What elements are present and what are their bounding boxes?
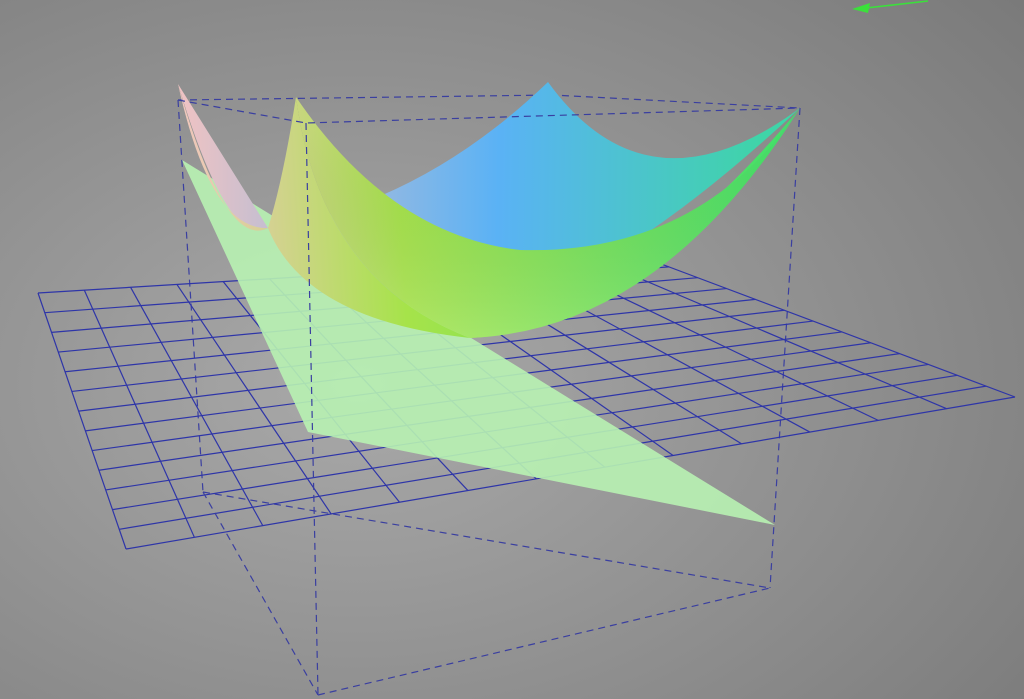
scene-background: [0, 0, 1024, 699]
3d-viewport[interactable]: [0, 0, 1024, 699]
scene-canvas[interactable]: [0, 0, 1024, 699]
